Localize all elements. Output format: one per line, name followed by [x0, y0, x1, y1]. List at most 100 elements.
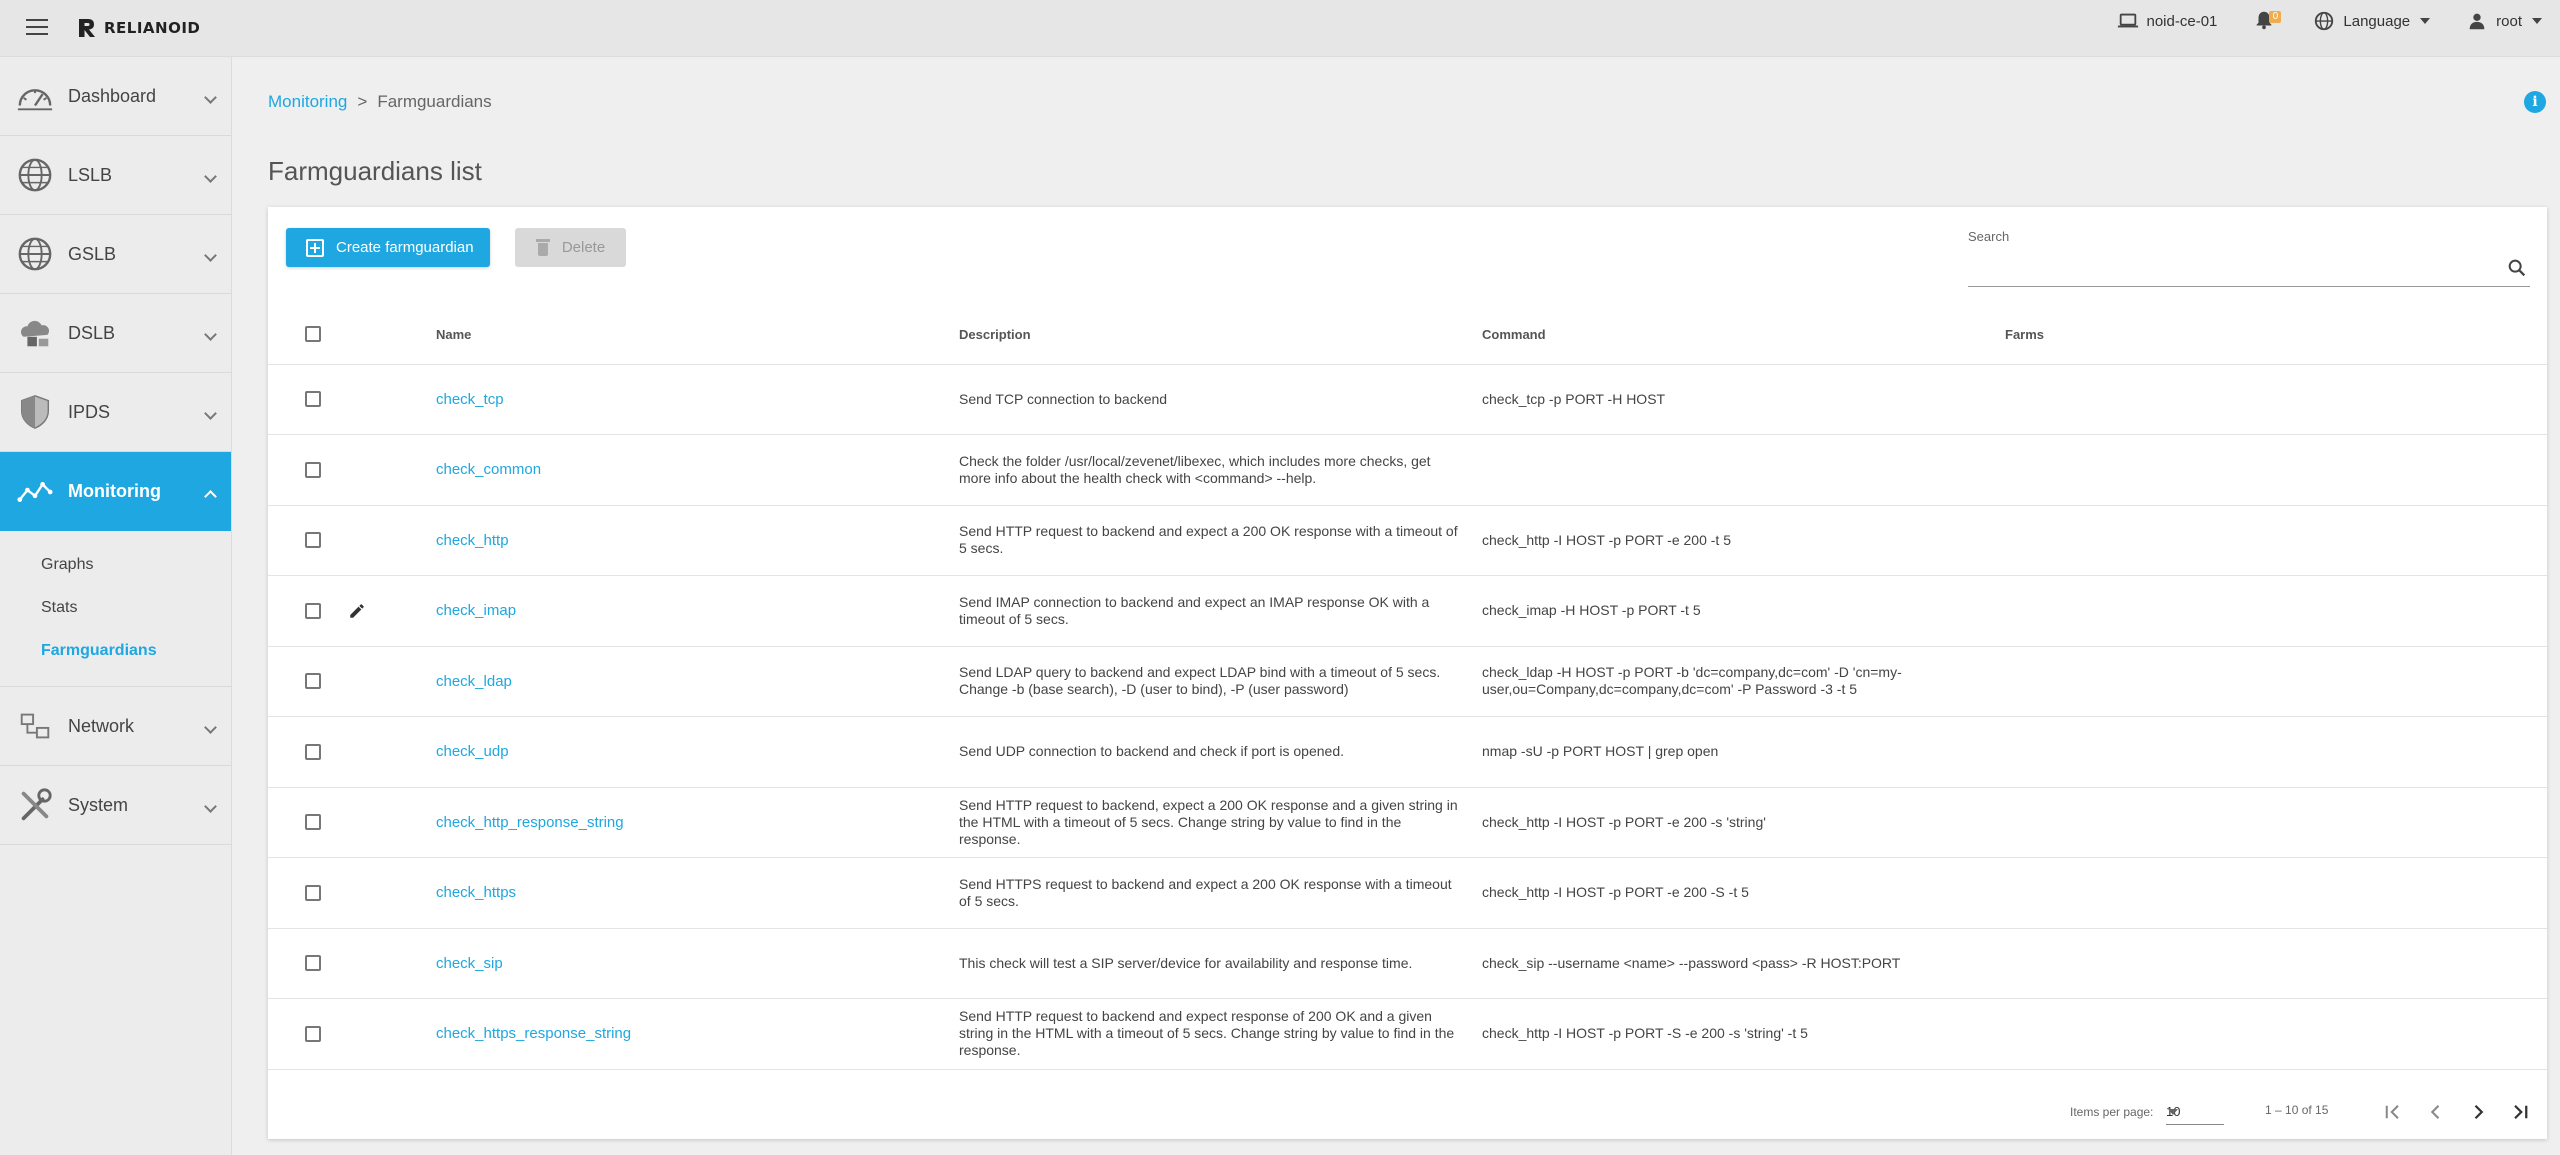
sidebar-item-monitoring[interactable]: Monitoring: [0, 452, 231, 531]
row-farms: [2005, 717, 2547, 788]
user-menu[interactable]: root: [2466, 10, 2542, 32]
row-description: Send HTTP request to backend and expect …: [959, 1008, 1455, 1059]
notification-badge: 0: [2269, 11, 2282, 23]
sidebar-item-label: Dashboard: [68, 85, 157, 106]
table-row[interactable]: check_imap Send IMAP connection to backe…: [268, 575, 2547, 647]
table-row[interactable]: check_https_response_string Send HTTP re…: [268, 998, 2547, 1070]
row-checkbox[interactable]: [305, 884, 321, 901]
sidebar-item-gslb[interactable]: GSLB: [0, 215, 231, 294]
breadcrumb-monitoring[interactable]: Monitoring: [268, 92, 347, 112]
row-checkbox[interactable]: [305, 602, 321, 619]
row-checkbox[interactable]: [305, 391, 321, 408]
sidebar-item-system[interactable]: System: [0, 766, 231, 845]
notifications-button[interactable]: 0: [2253, 9, 2282, 33]
row-description: Send IMAP connection to backend and expe…: [959, 593, 1430, 627]
farmguardian-name-link[interactable]: check_imap: [436, 602, 516, 619]
sidebar-subitem-stats[interactable]: Stats: [0, 586, 231, 629]
column-header-description[interactable]: Description: [959, 305, 1482, 364]
search-input[interactable]: [1968, 251, 2488, 281]
table-row[interactable]: check_common Check the folder /usr/local…: [268, 434, 2547, 506]
table-row[interactable]: check_sip This check will test a SIP ser…: [268, 928, 2547, 999]
farmguardian-name-link[interactable]: check_http: [436, 532, 509, 549]
row-description: Send UDP connection to backend and check…: [959, 743, 1344, 760]
monitoring-submenu: Graphs Stats Farmguardians: [0, 531, 231, 687]
host-indicator[interactable]: noid-ce-01: [2117, 10, 2218, 32]
host-name: noid-ce-01: [2146, 12, 2218, 30]
row-checkbox[interactable]: [305, 1025, 321, 1042]
pencil-icon[interactable]: [348, 602, 366, 620]
row-checkbox[interactable]: [305, 814, 321, 831]
trash-icon: [535, 239, 550, 256]
sidebar-item-ipds[interactable]: IPDS: [0, 373, 231, 452]
farmguardian-name-link[interactable]: check_sip: [436, 955, 503, 972]
farmguardian-name-link[interactable]: check_tcp: [436, 391, 504, 408]
sidebar-item-lslb[interactable]: LSLB: [0, 136, 231, 215]
globe-icon: [14, 233, 56, 275]
first-page-icon: [2385, 1105, 2399, 1119]
row-description: Send LDAP query to backend and expect LD…: [959, 664, 1441, 698]
column-header-name[interactable]: Name: [436, 305, 959, 364]
table-row[interactable]: check_https Send HTTPS request to backen…: [268, 857, 2547, 929]
next-page-button[interactable]: [2463, 1097, 2493, 1127]
table-row[interactable]: check_udp Send UDP connection to backend…: [268, 716, 2547, 788]
row-checkbox[interactable]: [305, 532, 321, 549]
farmguardian-name-link[interactable]: check_common: [436, 461, 541, 478]
page-title: Farmguardians list: [268, 156, 482, 186]
paginator: Items per page: 10 1 – 10 of 15: [268, 1087, 2547, 1139]
sidebar-item-label: DSLB: [68, 322, 116, 343]
last-page-button[interactable]: [2505, 1097, 2535, 1127]
delete-button[interactable]: Delete: [515, 228, 626, 267]
select-all-checkbox[interactable]: [305, 326, 321, 343]
row-command: [1482, 435, 2005, 506]
table-row[interactable]: check_http Send HTTP request to backend …: [268, 505, 2547, 576]
first-page-button[interactable]: [2378, 1097, 2408, 1127]
row-command: nmap -sU -p PORT HOST | grep open: [1482, 743, 1719, 760]
sidebar-subitem-graphs[interactable]: Graphs: [0, 543, 231, 586]
sidebar-item-label: Monitoring: [68, 481, 161, 501]
column-header-farms[interactable]: Farms: [2005, 305, 2547, 364]
create-farmguardian-button[interactable]: Create farmguardian: [286, 228, 490, 267]
chevron-down-icon: [204, 170, 217, 183]
row-checkbox[interactable]: [305, 461, 321, 478]
table-row[interactable]: check_ldap Send LDAP query to backend an…: [268, 646, 2547, 717]
row-checkbox[interactable]: [305, 673, 321, 690]
row-farms: [2005, 928, 2547, 999]
dashboard-icon: [14, 75, 56, 117]
tools-icon: [14, 784, 56, 826]
farmguardian-name-link[interactable]: check_udp: [436, 743, 509, 760]
breadcrumb-current: Farmguardians: [377, 92, 492, 111]
page-size-select[interactable]: 10: [2166, 1097, 2224, 1125]
chevron-down-icon: [204, 91, 217, 104]
farmguardian-name-link[interactable]: check_ldap: [436, 673, 512, 690]
column-header-command[interactable]: Command: [1482, 305, 2005, 364]
sidebar-item-dashboard[interactable]: Dashboard: [0, 57, 231, 136]
logo: RELIANOID: [76, 12, 200, 44]
table-row[interactable]: check_tcp Send TCP connection to backend…: [268, 364, 2547, 435]
table-row[interactable]: check_http_response_string Send HTTP req…: [268, 787, 2547, 858]
globe-icon: [2315, 11, 2334, 31]
sidebar-subitem-farmguardians[interactable]: Farmguardians: [0, 629, 231, 672]
search-icon[interactable]: [2506, 257, 2528, 279]
sidebar-item-network[interactable]: Network: [0, 687, 231, 766]
row-checkbox[interactable]: [305, 955, 321, 972]
sidebar-item-dslb[interactable]: DSLB: [0, 294, 231, 373]
row-farms: [2005, 364, 2547, 435]
language-selector[interactable]: Language: [2313, 10, 2431, 32]
row-description: Check the folder /usr/local/zevenet/libe…: [959, 452, 1431, 486]
row-description: Send HTTP request to backend and expect …: [959, 523, 1458, 557]
sidebar-item-label: LSLB: [68, 164, 113, 185]
farmguardian-name-link[interactable]: check_https_response_string: [436, 1025, 631, 1042]
previous-page-button[interactable]: [2421, 1097, 2451, 1127]
farmguardian-name-link[interactable]: check_http_response_string: [436, 814, 624, 831]
shield-icon: [14, 391, 56, 433]
row-farms: [2005, 435, 2547, 506]
chevron-down-icon: [204, 407, 217, 420]
row-farms: [2005, 858, 2547, 929]
last-page-icon: [2514, 1104, 2528, 1120]
farmguardian-name-link[interactable]: check_https: [436, 884, 516, 901]
row-checkbox[interactable]: [305, 743, 321, 760]
row-farms: [2005, 999, 2547, 1070]
menu-icon[interactable]: [24, 14, 50, 40]
farmguardians-table: Name Description Command Farms check_tcp…: [268, 305, 2547, 1070]
info-icon[interactable]: i: [2524, 91, 2546, 113]
